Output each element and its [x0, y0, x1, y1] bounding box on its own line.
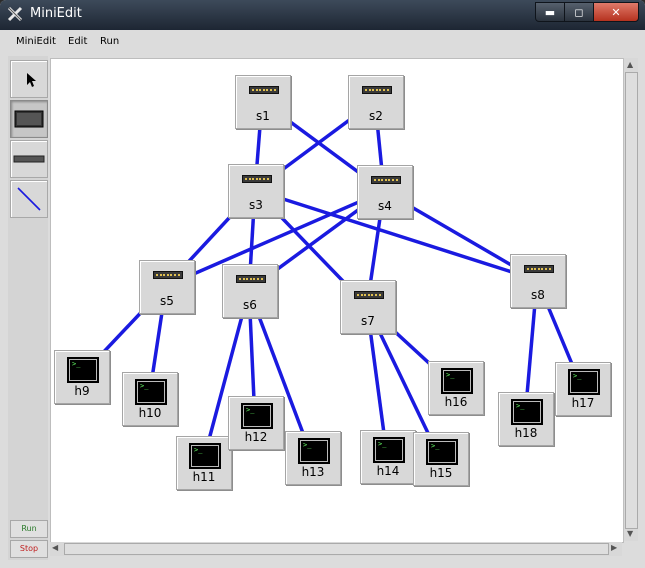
scroll-left-icon[interactable]: ◀: [52, 543, 58, 552]
switch-label: s3: [249, 198, 263, 212]
switch-label: s7: [361, 314, 375, 328]
vertical-scrollbar[interactable]: ▲ ▼: [623, 58, 638, 541]
window-controls: ▬ ◻ ✕: [535, 2, 639, 22]
terminal-icon: [67, 357, 99, 383]
terminal-icon: [441, 368, 473, 394]
switch-s1[interactable]: s1: [235, 75, 291, 129]
host-label: h15: [429, 466, 453, 480]
host-label: h13: [301, 465, 325, 479]
scroll-down-icon[interactable]: ▼: [627, 529, 633, 538]
switch-icon: [249, 86, 279, 94]
terminal-icon: [298, 438, 330, 464]
host-label: h14: [376, 464, 400, 478]
switch-s2[interactable]: s2: [348, 75, 404, 129]
switch-label: s5: [160, 294, 174, 308]
host-label: h17: [571, 396, 595, 410]
host-h9[interactable]: h9: [54, 350, 110, 404]
title-bar: MiniEdit ▬ ◻ ✕: [0, 0, 645, 30]
horizontal-scrollbar[interactable]: ◀ ▶: [50, 542, 622, 556]
menu-edit[interactable]: Edit: [68, 36, 87, 47]
switch-icon: [524, 265, 554, 273]
host-label: h18: [514, 426, 538, 440]
switch-label: s2: [369, 109, 383, 123]
host-label: h12: [244, 430, 268, 444]
maximize-button[interactable]: ◻: [564, 2, 594, 22]
switch-icon: [371, 176, 401, 184]
terminal-icon: [568, 369, 600, 395]
switch-s7[interactable]: s7: [340, 280, 396, 334]
x-logo-icon: [7, 6, 23, 22]
menu-miniedit[interactable]: MiniEdit: [16, 36, 56, 47]
window-title: MiniEdit: [30, 6, 82, 21]
switch-icon: [14, 110, 44, 128]
stop-button[interactable]: Stop: [10, 540, 48, 558]
host-h18[interactable]: h18: [498, 392, 554, 446]
switch-label: s8: [531, 288, 545, 302]
switch-label: s1: [256, 109, 270, 123]
switch-label: s6: [243, 298, 257, 312]
terminal-icon: [426, 439, 458, 465]
menu-run[interactable]: Run: [100, 36, 119, 47]
host-h17[interactable]: h17: [555, 362, 611, 416]
switch-icon: [236, 275, 266, 283]
host-h11[interactable]: h11: [176, 436, 232, 490]
select-tool[interactable]: [10, 60, 48, 98]
host-h16[interactable]: h16: [428, 361, 484, 415]
legacy-switch-icon: [13, 155, 45, 163]
host-h15[interactable]: h15: [413, 432, 469, 486]
scroll-up-icon[interactable]: ▲: [627, 60, 633, 69]
topology-canvas[interactable]: s1 s2 s3 s4 s5 s6 s7 s8 h9 h10 h11 h12 h13 h14 h15 h16 h…: [50, 58, 624, 543]
menu-bar: MiniEdit Edit Run: [8, 30, 637, 56]
terminal-icon: [189, 443, 221, 469]
switch-s6[interactable]: s6: [222, 264, 278, 318]
horizontal-scroll-thumb[interactable]: [64, 543, 609, 555]
switch-label: s4: [378, 199, 392, 213]
host-h13[interactable]: h13: [285, 431, 341, 485]
switch-icon: [354, 291, 384, 299]
tool-palette: Run Stop: [8, 56, 48, 560]
close-button[interactable]: ✕: [593, 2, 639, 22]
switch-icon: [153, 271, 183, 279]
vertical-scroll-thumb[interactable]: [625, 72, 638, 529]
legacy-switch-tool[interactable]: [10, 140, 48, 178]
switch-s4[interactable]: s4: [357, 165, 413, 219]
terminal-icon: [511, 399, 543, 425]
switch-s8[interactable]: s8: [510, 254, 566, 308]
host-label: h10: [138, 406, 162, 420]
switch-icon: [362, 86, 392, 94]
switch-icon: [242, 175, 272, 183]
host-h14[interactable]: h14: [360, 430, 416, 484]
switch-tool[interactable]: [10, 100, 48, 138]
run-button[interactable]: Run: [10, 520, 48, 538]
terminal-icon: [373, 437, 405, 463]
cursor-icon: [27, 73, 36, 87]
host-h12[interactable]: h12: [228, 396, 284, 450]
minimize-button[interactable]: ▬: [535, 2, 565, 22]
host-label: h9: [74, 384, 90, 398]
miniedit-window: MiniEdit ▬ ◻ ✕ MiniEdit Edit Run Run Sto…: [0, 0, 645, 568]
link-line-icon: [17, 187, 41, 211]
link-tool[interactable]: [10, 180, 48, 218]
terminal-icon: [135, 379, 167, 405]
switch-s3[interactable]: s3: [228, 164, 284, 218]
switch-s5[interactable]: s5: [139, 260, 195, 314]
host-label: h16: [444, 395, 468, 409]
host-h10[interactable]: h10: [122, 372, 178, 426]
host-label: h11: [192, 470, 216, 484]
scroll-right-icon[interactable]: ▶: [611, 543, 617, 552]
terminal-icon: [241, 403, 273, 429]
